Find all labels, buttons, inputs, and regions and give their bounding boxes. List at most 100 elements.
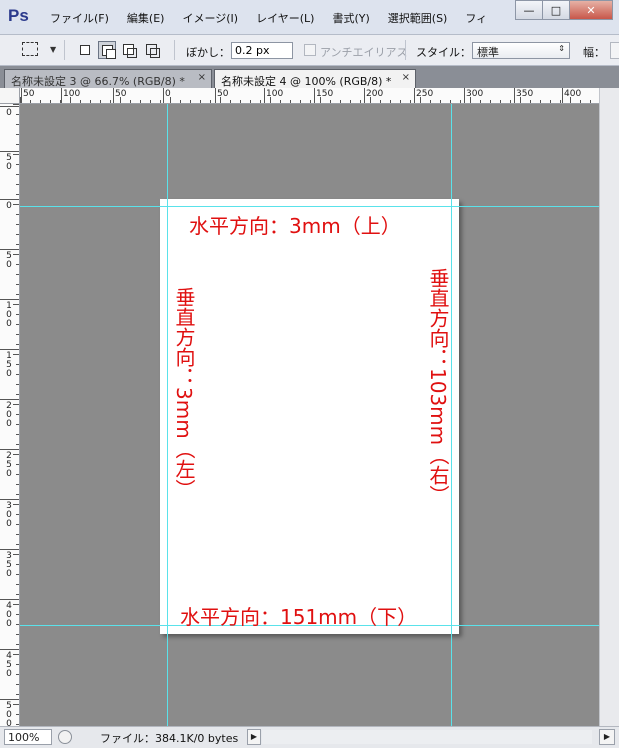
vertical-scrollbar[interactable] xyxy=(599,88,619,726)
width-input[interactable] xyxy=(610,42,619,59)
ruler-minor-tick xyxy=(310,100,311,103)
ruler-minor-tick xyxy=(16,364,19,365)
ruler-minor-tick xyxy=(360,100,361,103)
rect-marquee-icon[interactable] xyxy=(22,42,38,56)
ruler-minor-tick xyxy=(410,100,411,103)
ruler-minor-tick xyxy=(420,97,421,103)
subtract-selection-icon-2 xyxy=(127,48,137,58)
menu-filter[interactable]: フィ xyxy=(465,10,487,26)
ruler-minor-tick xyxy=(160,100,161,103)
zoom-field[interactable]: 100% xyxy=(4,729,52,745)
ruler-minor-tick xyxy=(280,100,281,103)
ruler-label: 250 xyxy=(416,89,434,99)
ruler-tick xyxy=(0,349,19,350)
ruler-minor-tick xyxy=(490,100,491,103)
ruler-label: 400 xyxy=(564,89,582,99)
tab-document-3[interactable]: 名称未設定 3 @ 66.7% (RGB/8) * × xyxy=(4,69,212,88)
guide-vertical-left[interactable] xyxy=(167,104,168,726)
chevron-right-icon[interactable]: ▶ xyxy=(247,729,261,745)
maximize-button[interactable]: □ xyxy=(542,0,570,20)
menu-edit[interactable]: 編集(E) xyxy=(127,10,165,26)
options-bar: ▼ ぼかし： アンチエイリアス スタイル： 標準 ⇕ 幅： xyxy=(0,35,619,66)
ruler-minor-tick xyxy=(16,114,19,115)
chevron-down-icon[interactable]: ▼ xyxy=(50,45,56,54)
ruler-tick xyxy=(61,88,62,103)
menu-type[interactable]: 書式(Y) xyxy=(332,10,369,26)
subtract-selection-button[interactable] xyxy=(120,41,138,59)
ruler-minor-tick xyxy=(16,394,19,395)
ruler-minor-tick xyxy=(13,404,19,405)
intersect-selection-icon-2 xyxy=(150,48,160,58)
doc-info-icon[interactable] xyxy=(58,730,72,744)
ruler-label: 200 xyxy=(6,401,12,429)
ruler-tick xyxy=(514,88,515,103)
ruler-minor-tick xyxy=(13,654,19,655)
menu-image[interactable]: イメージ(I) xyxy=(182,10,238,26)
new-selection-button[interactable] xyxy=(76,41,94,59)
ruler-minor-tick xyxy=(130,100,131,103)
window-controls: — □ ✕ xyxy=(515,0,613,20)
ruler-minor-tick xyxy=(500,100,501,103)
ruler-minor-tick xyxy=(260,100,261,103)
tab-title: 名称未設定 3 @ 66.7% (RGB/8) * xyxy=(11,75,185,88)
ruler-minor-tick xyxy=(16,514,19,515)
ruler-label: 50 xyxy=(217,89,229,99)
canvas-area[interactable]: 水平方向：3mm（上） 水平方向：151mm（下） 垂直方向：3mm（左） 垂直… xyxy=(20,104,599,726)
style-select[interactable]: 標準 ⇕ xyxy=(472,42,570,59)
minimize-button[interactable]: — xyxy=(515,0,543,20)
ruler-tick xyxy=(215,88,216,103)
ruler-tick xyxy=(0,549,19,550)
ruler-minor-tick xyxy=(570,97,571,103)
ruler-tick xyxy=(0,399,19,400)
ruler-minor-tick xyxy=(20,97,21,103)
ruler-minor-tick xyxy=(16,684,19,685)
ruler-label: 200 xyxy=(366,89,384,99)
close-icon[interactable]: × xyxy=(402,72,410,83)
feather-input[interactable] xyxy=(231,42,293,59)
ruler-label: 100 xyxy=(266,89,284,99)
ruler-minor-tick xyxy=(16,144,19,145)
ruler-label: 350 xyxy=(6,551,12,579)
horizontal-scrollbar[interactable] xyxy=(262,730,592,744)
scroll-right-icon[interactable]: ▶ xyxy=(599,729,615,745)
ruler-tick xyxy=(163,88,164,103)
ruler-origin[interactable] xyxy=(0,88,20,104)
ruler-minor-tick xyxy=(16,584,19,585)
ruler-minor-tick xyxy=(60,100,61,103)
menu-file[interactable]: ファイル(F) xyxy=(50,10,109,26)
vertical-ruler[interactable]: 050050100150200250300350400450500 xyxy=(0,104,20,726)
ruler-tick xyxy=(364,88,365,103)
add-selection-button[interactable] xyxy=(98,41,116,59)
intersect-selection-button[interactable] xyxy=(143,41,161,59)
antialias-checkbox[interactable] xyxy=(304,44,316,56)
ruler-label: 150 xyxy=(6,351,12,379)
ruler-minor-tick xyxy=(320,97,321,103)
ruler-minor-tick xyxy=(140,100,141,103)
ruler-minor-tick xyxy=(16,164,19,165)
ruler-minor-tick xyxy=(300,100,301,103)
ruler-minor-tick xyxy=(590,100,591,103)
ruler-minor-tick xyxy=(16,694,19,695)
guide-horizontal-top[interactable] xyxy=(20,206,599,207)
ruler-label: 500 xyxy=(6,701,12,727)
close-button[interactable]: ✕ xyxy=(569,0,613,20)
ruler-tick xyxy=(0,299,19,300)
ruler-label: 450 xyxy=(6,651,12,679)
ruler-minor-tick xyxy=(390,100,391,103)
tab-document-4[interactable]: 名称未設定 4 @ 100% (RGB/8) * × xyxy=(214,69,416,88)
menu-select[interactable]: 選択範囲(S) xyxy=(388,10,448,26)
ruler-minor-tick xyxy=(16,284,19,285)
document-canvas[interactable] xyxy=(160,199,459,634)
ruler-minor-tick xyxy=(180,100,181,103)
ruler-tick xyxy=(0,599,19,600)
ruler-minor-tick xyxy=(450,100,451,103)
ruler-minor-tick xyxy=(16,724,19,725)
ruler-minor-tick xyxy=(13,554,19,555)
ruler-tick xyxy=(0,649,19,650)
ruler-minor-tick xyxy=(16,134,19,135)
menu-layer[interactable]: レイヤー(L) xyxy=(256,10,314,26)
ruler-minor-tick xyxy=(370,97,371,103)
horizontal-ruler[interactable]: 50 100 50 0 50 100 150 200 250 300 350 400 xyxy=(20,88,599,104)
ruler-minor-tick xyxy=(330,100,331,103)
close-icon[interactable]: × xyxy=(198,72,206,83)
